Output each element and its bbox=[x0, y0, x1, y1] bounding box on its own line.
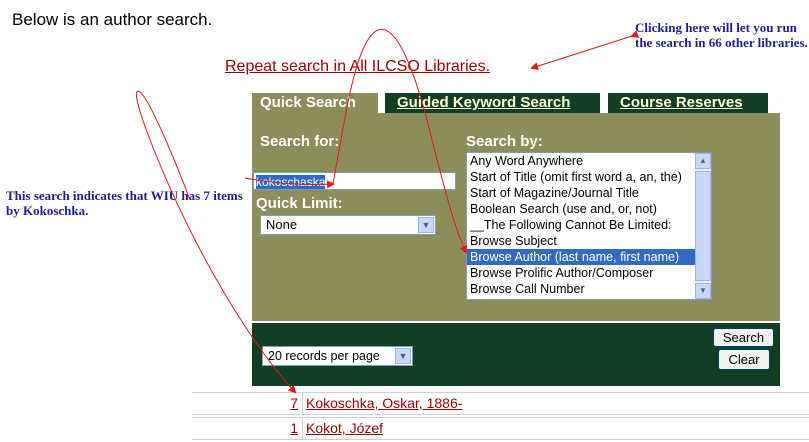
tab-label: Course Reserves bbox=[620, 94, 743, 111]
chevron-down-icon[interactable]: ▼ bbox=[395, 348, 411, 364]
chevron-down-icon[interactable]: ▼ bbox=[418, 217, 434, 233]
search-input-value: kokoschaska bbox=[256, 175, 326, 189]
search-by-option[interactable]: Start of Title (omit first word a, an, t… bbox=[467, 169, 711, 185]
result-author-link[interactable]: Kokoschka, Oskar, 1886- bbox=[306, 395, 462, 411]
tab-label: Quick Search bbox=[260, 94, 356, 111]
search-by-option[interactable]: __The Following Cannot Be Limited: bbox=[467, 217, 711, 233]
quick-limit-value: None bbox=[266, 217, 298, 232]
search-by-label: Search by: bbox=[466, 133, 543, 150]
annotation-result-count: This search indicates that WIU has 7 ite… bbox=[6, 188, 243, 218]
search-by-listbox[interactable]: Any Word Anywhere Start of Title (omit f… bbox=[466, 152, 712, 300]
arrow-to-repeat-link bbox=[530, 30, 639, 70]
records-per-page-select[interactable]: 20 records per page ▼ bbox=[262, 346, 413, 366]
search-by-option[interactable]: Browse Subject bbox=[467, 233, 711, 249]
records-per-page-value: 20 records per page bbox=[268, 349, 380, 363]
clear-button[interactable]: Clear bbox=[718, 349, 770, 370]
quick-limit-label: Quick Limit: bbox=[256, 195, 343, 212]
result-row: 1 Kokot, Józef bbox=[192, 417, 809, 440]
search-for-label: Search for: bbox=[260, 133, 340, 150]
intro-text: Below is an author search. bbox=[12, 10, 213, 29]
result-row: 7 Kokoschka, Oskar, 1886- bbox=[192, 392, 809, 415]
search-input[interactable]: kokoschaska bbox=[253, 172, 456, 190]
quick-limit-select[interactable]: None ▼ bbox=[260, 215, 436, 235]
search-by-option[interactable]: Start of Magazine/Journal Title bbox=[467, 185, 711, 201]
search-button[interactable]: Search bbox=[713, 328, 774, 347]
column-divider bbox=[302, 418, 303, 439]
scrollbar-thumb[interactable] bbox=[695, 171, 711, 281]
chevron-up-icon[interactable]: ▲ bbox=[695, 153, 711, 169]
search-by-option[interactable]: Browse Prolific Author/Composer bbox=[467, 265, 711, 281]
search-by-option-selected[interactable]: Browse Author (last name, first name) bbox=[467, 249, 711, 265]
listbox-scrollbar[interactable]: ▲ ▼ bbox=[695, 153, 711, 299]
tab-guided-keyword-search[interactable]: Guided Keyword Search bbox=[385, 93, 600, 113]
result-count-link[interactable]: 1 bbox=[290, 420, 298, 436]
annotation-repeat-search: Clicking here will let you run the searc… bbox=[635, 20, 808, 50]
tab-quick-search[interactable]: Quick Search bbox=[252, 93, 378, 113]
result-count-link[interactable]: 7 bbox=[290, 395, 298, 411]
result-author-link[interactable]: Kokot, Józef bbox=[306, 420, 383, 436]
tab-course-reserves[interactable]: Course Reserves bbox=[608, 93, 768, 113]
repeat-search-link[interactable]: Repeat search in All ILCSO Libraries. bbox=[225, 58, 490, 76]
search-by-option[interactable]: Browse Call Number bbox=[467, 281, 711, 297]
search-by-option[interactable]: Boolean Search (use and, or, not) bbox=[467, 201, 711, 217]
search-by-option[interactable]: Any Word Anywhere bbox=[467, 153, 711, 169]
column-divider bbox=[302, 393, 303, 414]
tab-label: Guided Keyword Search bbox=[397, 94, 571, 111]
chevron-down-icon[interactable]: ▼ bbox=[695, 283, 711, 299]
